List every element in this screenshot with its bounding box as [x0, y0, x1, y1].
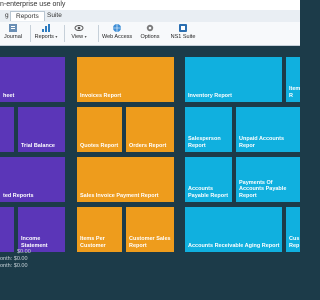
suite-icon: [179, 24, 187, 32]
inventory-report-tile[interactable]: Inventory Report: [185, 57, 282, 102]
ribbon-divider: [30, 25, 31, 42]
reports-button[interactable]: Reports ▾: [34, 23, 58, 44]
customer-sales-report-tile[interactable]: Customer Sales Report: [126, 207, 174, 252]
journal-icon: [9, 24, 17, 32]
tile-label: Cus Rep: [289, 236, 300, 249]
window-title: n-enterprise use only: [0, 1, 66, 8]
report-tile-edge[interactable]: [0, 207, 14, 252]
tile-label: ted Reports: [3, 192, 34, 199]
options-label: Options: [140, 34, 160, 40]
tab-reports[interactable]: Reports: [10, 11, 45, 21]
title-bar: n-enterprise use only: [0, 0, 300, 10]
tile-label: Trial Balance: [21, 142, 55, 149]
ribbon-divider: [98, 25, 99, 42]
income-statement-tile[interactable]: Income Statement: [18, 207, 65, 252]
quotes-report-tile[interactable]: Quotes Report: [77, 107, 122, 152]
gear-icon: [146, 24, 154, 32]
customer-report-tile[interactable]: Cus Rep: [286, 207, 300, 252]
tile-label: heet: [3, 92, 15, 99]
total-value: $0.00: [13, 256, 28, 262]
ribbon-toolbar: Journal Reports ▾ View ▾ Web Access Opti…: [0, 22, 300, 46]
total-label: onth:: [0, 256, 13, 262]
tile-label: Payments Of Accounts Payable Report: [239, 179, 287, 199]
report-tile-edge[interactable]: [0, 107, 14, 152]
ribbon-divider: [64, 25, 65, 42]
tile-label: Accounts Receivable Aging Report: [188, 242, 280, 249]
totals-summary: $0.00 onth: $0.00 onth: $0.00: [0, 249, 60, 270]
web-access-label: Web Access: [102, 34, 133, 40]
chevron-down-icon: ▾: [55, 34, 58, 39]
reports-label: Reports: [34, 34, 54, 40]
tile-label: Quotes Report: [80, 142, 119, 149]
dated-reports-tile[interactable]: ted Reports: [0, 157, 65, 202]
tile-label: Orders Report: [129, 142, 167, 149]
salesperson-report-tile[interactable]: Salesperson Report: [185, 107, 232, 152]
total-label: onth:: [0, 263, 13, 269]
tile-label: Accounts Payable Report: [188, 186, 229, 199]
invoices-report-tile[interactable]: Invoices Report: [77, 57, 174, 102]
items-report-tile[interactable]: Item R: [286, 57, 300, 102]
tile-label: Item R: [289, 86, 301, 99]
options-button[interactable]: Options: [138, 23, 162, 44]
journal-button[interactable]: Journal: [2, 23, 24, 44]
globe-icon: [113, 24, 121, 32]
unpaid-accounts-report-tile[interactable]: Unpaid Accounts Repor: [236, 107, 300, 152]
tile-label: Sales Invoice Payment Report: [80, 192, 159, 199]
ns-suite-button[interactable]: NS1 Suite: [168, 23, 198, 44]
tile-label: Items Per Customer: [80, 236, 106, 249]
chevron-down-icon: ▾: [84, 34, 87, 39]
payments-of-accounts-payable-tile[interactable]: Payments Of Accounts Payable Report: [236, 157, 300, 202]
items-per-customer-tile[interactable]: Items Per Customer: [77, 207, 122, 252]
tile-label: Invoices Report: [80, 92, 122, 99]
view-icon: [74, 25, 84, 31]
tile-label: Unpaid Accounts Repor: [239, 136, 285, 149]
orders-report-tile[interactable]: Orders Report: [126, 107, 174, 152]
journal-label: Journal: [3, 34, 23, 40]
tile-label: Inventory Report: [188, 92, 233, 99]
accounts-receivable-aging-tile[interactable]: Accounts Receivable Aging Report: [185, 207, 282, 252]
reports-icon: [42, 24, 50, 32]
trial-balance-tile[interactable]: Trial Balance: [18, 107, 65, 152]
tile-label: Customer Sales Report: [129, 236, 171, 249]
web-access-button[interactable]: Web Access: [102, 23, 132, 44]
accounts-payable-report-tile[interactable]: Accounts Payable Report: [185, 157, 232, 202]
ns-suite-label: NS1 Suite: [170, 34, 196, 40]
total-value: $0.00: [17, 249, 31, 255]
tile-label: Income Statement: [21, 236, 48, 249]
view-button[interactable]: View ▾: [68, 23, 90, 44]
view-label: View: [71, 34, 84, 40]
tab-suite[interactable]: Suite: [42, 11, 67, 21]
tile-label: Salesperson Report: [188, 136, 221, 149]
balance-sheet-tile[interactable]: heet: [0, 57, 65, 102]
sales-invoice-payment-report-tile[interactable]: Sales Invoice Payment Report: [77, 157, 174, 202]
total-value: $0.00: [13, 263, 28, 269]
